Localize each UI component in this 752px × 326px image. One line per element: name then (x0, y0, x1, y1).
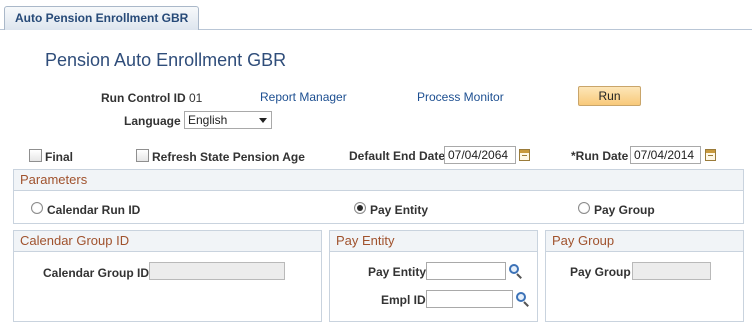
process-monitor-link[interactable]: Process Monitor (417, 90, 504, 104)
run-date-label: *Run Date (571, 149, 629, 163)
final-checkbox[interactable] (29, 149, 42, 162)
tab-auto-pension-enrollment[interactable]: Auto Pension Enrollment GBR (4, 6, 200, 30)
refresh-state-pension-age-label: Refresh State Pension Age (152, 150, 305, 164)
run-control-id-label: Run Control ID (101, 91, 186, 105)
empl-id-input[interactable] (426, 290, 513, 308)
calendar-group-id-label: Calendar Group ID (43, 266, 150, 280)
pay-entity-input[interactable] (426, 262, 506, 280)
refresh-state-pension-age-checkbox[interactable] (136, 149, 149, 162)
report-manager-link[interactable]: Report Manager (260, 90, 347, 104)
language-selected-value: English (188, 113, 228, 127)
search-icon[interactable] (509, 264, 523, 279)
final-label: Final (45, 150, 74, 164)
pay-entity-radio[interactable] (354, 202, 366, 214)
language-label: Language (124, 114, 181, 128)
calendar-run-id-label: Calendar Run ID (47, 203, 141, 217)
default-end-date-input[interactable] (444, 146, 516, 164)
pay-group-input[interactable] (632, 262, 711, 280)
chevron-down-icon (259, 118, 267, 123)
empl-id-label: Empl ID (381, 293, 426, 307)
calendar-run-id-radio[interactable] (31, 202, 43, 214)
pay-entity-field-label: Pay Entity (368, 265, 427, 279)
pay-group-radio-label: Pay Group (594, 203, 655, 217)
pay-group-radio[interactable] (578, 202, 590, 214)
run-control-id-value: 01 (189, 91, 203, 105)
calendar-icon[interactable] (519, 149, 530, 161)
pay-group-field-label: Pay Group (570, 265, 631, 279)
calendar-group-header: Calendar Group ID (14, 231, 321, 252)
search-icon[interactable] (516, 292, 530, 307)
parameters-header: Parameters (14, 170, 743, 191)
default-end-date-label: Default End Date (349, 149, 446, 163)
pay-group-header: Pay Group (546, 231, 743, 252)
pay-entity-header: Pay Entity (330, 231, 537, 252)
page-title: Pension Auto Enrollment GBR (45, 50, 287, 70)
run-button[interactable]: Run (578, 86, 641, 106)
calendar-group-id-input[interactable] (149, 262, 285, 280)
calendar-icon[interactable] (705, 149, 716, 161)
run-date-input[interactable] (630, 146, 701, 164)
language-select[interactable]: English (184, 111, 272, 129)
pay-entity-radio-label: Pay Entity (370, 203, 429, 217)
